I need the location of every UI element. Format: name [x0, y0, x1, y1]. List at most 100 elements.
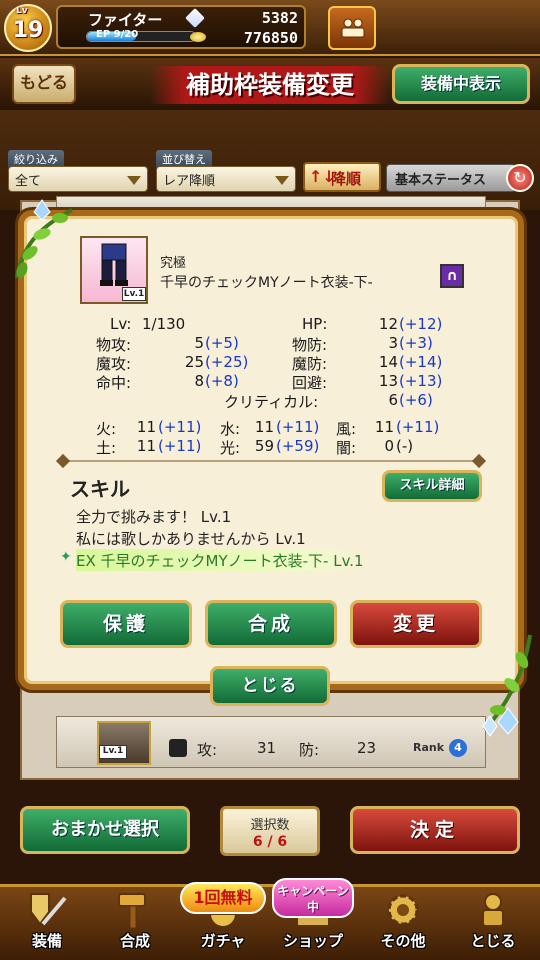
ep-text: EP 9/20 — [96, 29, 138, 40]
cycle-icon[interactable]: ↻ — [506, 164, 534, 192]
stat-pdef-value: 3 — [388, 334, 398, 352]
element-earth-value: 11 — [136, 437, 156, 455]
nav-label: 装備 — [31, 932, 62, 950]
weapon-type-icon — [169, 739, 187, 757]
stat-lv-value: 1/130 — [142, 315, 186, 333]
synthesize-button[interactable]: 合成 — [205, 600, 337, 648]
stat-eva-value: 13 — [378, 372, 398, 390]
sword-shield-icon — [30, 893, 67, 926]
skill-item-ex: EX 千早のチェックMYノート衣装-下- Lv.1 — [76, 552, 364, 570]
vine-decoration-icon — [15, 199, 73, 279]
item-level-badge: Lv.1 — [122, 287, 146, 301]
ep-value: 9/20 — [113, 29, 139, 40]
player-name: ファイター — [88, 11, 163, 29]
coin-count: 776850 — [243, 29, 298, 47]
list-item[interactable]: Lv.1 攻: 31 防: 23 Rank 4 — [56, 716, 486, 768]
element-fire-label: 火: — [96, 420, 117, 438]
skill-detail-button[interactable]: スキル詳細 — [382, 470, 482, 502]
element-water-bonus: (+11) — [276, 418, 320, 436]
level-badge: Lv 19 — [4, 4, 52, 52]
stat-hit-label: 命中: — [96, 374, 132, 392]
selection-count-box: 選択数 6 / 6 — [220, 806, 320, 856]
nav-close[interactable]: とじる — [450, 884, 536, 958]
nav-label: ショップ — [282, 932, 343, 950]
filter-dropdown[interactable]: 全て — [8, 166, 148, 192]
stat-mdef-value: 14 — [378, 353, 398, 371]
chevron-down-icon — [275, 176, 289, 185]
attack-label: 攻: — [197, 741, 218, 759]
element-light-value: 59 — [254, 437, 274, 455]
stat-matk-label: 魔攻: — [96, 355, 132, 373]
stat-patk-value: 5 — [194, 334, 204, 352]
stat-eva-label: 回避: — [292, 374, 328, 392]
nav-synthesize[interactable]: 合成 — [92, 884, 178, 958]
selection-count-label: 選択数 — [250, 818, 290, 833]
element-light-label: 光: — [220, 439, 241, 457]
element-wind-value: 11 — [374, 418, 394, 436]
free-gacha-badge: 1回無料 — [180, 882, 266, 914]
element-fire-value: 11 — [136, 418, 156, 436]
section-divider — [62, 460, 480, 462]
stat-hit-bonus: (+8) — [205, 372, 239, 390]
element-water-label: 水: — [220, 420, 241, 438]
decide-button[interactable]: 決定 — [350, 806, 520, 854]
sort-dropdown[interactable]: レア降順 — [156, 166, 296, 192]
friends-icon — [341, 18, 365, 38]
change-button[interactable]: 変更 — [350, 600, 482, 648]
page-title: 補助枠装備変更 — [150, 66, 390, 104]
level-tag: Lv — [16, 6, 28, 16]
protect-button[interactable]: 保護 — [60, 600, 192, 648]
stat-matk-value: 25 — [184, 353, 204, 371]
defense-label: 防: — [299, 741, 320, 759]
stat-patk-bonus: (+5) — [205, 334, 239, 352]
campaign-badge: キャンペーン中 — [272, 878, 354, 918]
stat-mdef-label: 魔防: — [292, 355, 328, 373]
nav-label: ガチャ — [200, 932, 246, 950]
defense-value: 23 — [357, 739, 377, 757]
gem-count: 5382 — [261, 9, 298, 27]
rank-value: 4 — [449, 739, 467, 757]
stat-hp-value: 12 — [378, 315, 398, 333]
sort-order-label: 降順 — [331, 170, 362, 188]
stat-pdef-label: 物防: — [292, 336, 328, 354]
vine-decoration-icon — [482, 634, 532, 737]
player-status-panel: ファイター EP 9/20 5382 776850 — [56, 5, 306, 49]
stat-display-select[interactable]: 基本ステータス — [386, 164, 516, 192]
element-dark-label: 闇: — [336, 439, 357, 457]
back-button[interactable]: もどる — [12, 64, 76, 104]
stat-matk-bonus: (+25) — [205, 353, 249, 371]
equipped-view-button[interactable]: 装備中表示 — [392, 64, 530, 104]
nav-other[interactable]: その他 — [360, 884, 446, 958]
skill-item: 全力で挑みます！ Lv.1 — [76, 508, 232, 526]
element-earth-bonus: (+11) — [158, 437, 202, 455]
friends-button[interactable] — [328, 6, 376, 50]
nav-label: 合成 — [119, 932, 150, 950]
rank-label: Rank — [413, 741, 445, 754]
skill-item: 私には歌しかありませんから Lv.1 — [76, 530, 306, 548]
filter-area — [0, 110, 540, 210]
ex-skill-row: ✦ EX 千早のチェックMYノート衣装-下- Lv.1 — [60, 549, 400, 571]
leg-armor-icon: ∩ — [440, 264, 464, 288]
stat-lv-label: Lv: — [110, 315, 132, 333]
element-water-value: 11 — [254, 418, 274, 436]
auto-select-button[interactable]: おまかせ選択 — [20, 806, 190, 854]
element-earth-label: 土: — [96, 439, 117, 457]
item-level-badge: Lv.1 — [99, 745, 127, 759]
element-light-bonus: (+59) — [276, 437, 320, 455]
chevron-down-icon — [127, 176, 141, 185]
stat-hp-bonus: (+12) — [399, 315, 443, 333]
leg-armor-icon — [100, 243, 128, 286]
ep-label: EP — [96, 29, 111, 40]
item-rarity: 究極 — [160, 256, 187, 271]
stat-hp-label: HP: — [302, 315, 328, 333]
element-dark-bonus: (-) — [396, 437, 414, 455]
close-button[interactable]: とじる — [210, 666, 330, 706]
nav-label: その他 — [380, 932, 426, 950]
nav-label: とじる — [470, 932, 516, 950]
sort-order-button[interactable]: ↑↓ 降順 — [303, 162, 381, 192]
element-dark-value: 0 — [384, 437, 394, 455]
hammer-icon — [118, 893, 146, 929]
sort-value: レア降順 — [163, 174, 216, 189]
skill-heading: スキル — [70, 477, 130, 501]
nav-equip[interactable]: 装備 — [4, 884, 90, 958]
